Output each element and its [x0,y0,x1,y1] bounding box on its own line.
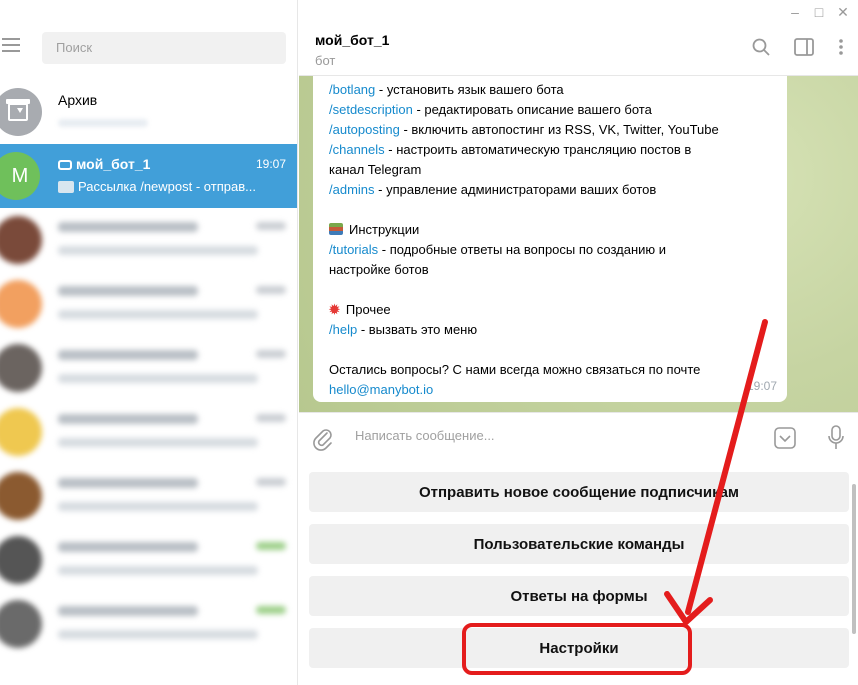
message-line: /admins - управление администраторами ва… [329,182,657,197]
blurred-name [58,542,198,552]
blurred-time [256,222,286,230]
command-link[interactable]: /setdescription [329,102,413,117]
command-link[interactable]: /admins [329,182,375,197]
search-icon[interactable] [752,38,770,56]
blurred-preview [58,502,258,511]
bot-icon [58,160,72,170]
blurred-time [256,414,286,422]
close-button[interactable]: ✕ [836,4,850,21]
chat-name: Архив [58,92,98,108]
message-line: /channels - настроить автоматическую тра… [329,142,692,157]
message-input[interactable] [355,428,755,443]
chat-item-archive[interactable]: Архив [0,80,297,144]
message-line: /botlang - установить язык вашего бота [329,82,564,97]
blurred-name [58,606,198,616]
section-heading: Инструкции [329,220,771,240]
avatar [0,472,42,520]
chat-name: мой_бот_1 [58,156,150,172]
blurred-preview [58,310,258,319]
chat-panel: мой_бот_1 бот /botlang - установить язык… [299,0,858,685]
window-controls: – □ ✕ [758,0,858,24]
command-link[interactable]: /channels [329,142,385,157]
chat-preview: Рассылка /newpost - отправ... [58,179,288,194]
chat-item-blurred[interactable] [0,272,297,336]
composer [299,412,858,464]
blurred-name [58,350,198,360]
avatar [0,600,42,648]
blurred-name [58,286,198,296]
message-bubble: /botlang - установить язык вашего бота /… [313,76,787,402]
blurred-preview [58,566,258,575]
maximize-button[interactable]: □ [812,4,826,20]
blurred-time [256,286,286,294]
message-line: настройке ботов [329,262,429,277]
search-box[interactable] [42,32,286,64]
scrollbar[interactable] [852,484,856,634]
settings-highlight-box [462,623,692,675]
message-line: Остались вопросы? С нами всегда можно св… [329,362,701,377]
more-vertical-icon[interactable] [838,38,844,56]
image-icon [58,181,74,193]
chat-title[interactable]: мой_бот_1 [315,32,389,48]
chat-header: мой_бот_1 бот [299,24,858,76]
blurred-preview [58,374,258,383]
blurred-preview [58,630,258,639]
command-link[interactable]: /tutorials [329,242,378,257]
blurred-preview [58,438,258,447]
chat-item-blurred[interactable] [0,592,297,656]
chat-item-blurred[interactable] [0,336,297,400]
custom-commands-button[interactable]: Пользовательские команды [309,524,849,564]
archive-avatar [0,88,42,136]
search-input[interactable] [42,32,286,63]
header-actions [752,38,844,56]
message-line: /autoposting - включить автопостинг из R… [329,122,719,137]
message-line: /help - вызвать это меню [329,322,478,337]
avatar [0,280,42,328]
send-new-message-button[interactable]: Отправить новое сообщение подписчикам [309,472,849,512]
bot-keyboard-icon[interactable] [774,427,796,449]
section-heading: ✹ Прочее [329,302,391,317]
email-link[interactable]: hello@manybot.io [329,380,771,400]
avatar [0,344,42,392]
attach-icon[interactable] [313,427,333,451]
blurred-time [256,350,286,358]
form-answers-button[interactable]: Ответы на формы [309,576,849,616]
anger-icon: ✹ [329,302,340,317]
message-area: /botlang - установить язык вашего бота /… [299,76,858,412]
command-link[interactable]: /help [329,322,357,337]
minimize-button[interactable]: – [788,4,802,20]
avatar: M [0,152,40,200]
blurred-name [58,414,198,424]
blurred-name [58,478,198,488]
avatar [0,216,42,264]
chat-item-blurred[interactable] [0,400,297,464]
chat-item-blurred[interactable] [0,208,297,272]
blurred-time [256,542,286,550]
message-time: 19:07 [746,379,777,393]
message-line: /tutorials - подробные ответы на вопросы… [329,242,667,257]
archive-icon [6,99,30,121]
sidebar-toggle-icon[interactable] [794,38,814,56]
chat-item-blurred[interactable] [0,464,297,528]
blurred-time [256,478,286,486]
blurred-preview [58,119,148,127]
blurred-name [58,222,198,232]
books-icon [329,223,343,235]
command-link[interactable]: /botlang [329,82,375,97]
message-line: канал Telegram [329,162,422,177]
hamburger-menu-icon[interactable] [2,38,20,52]
chat-time: 19:07 [255,157,286,171]
microphone-icon[interactable] [828,425,844,451]
message-line: /setdescription - редактировать описание… [329,102,652,117]
chat-list-panel: Архив M мой_бот_1 19:07 Рассылка /newpos… [0,0,298,685]
chat-item-blurred[interactable] [0,528,297,592]
command-link[interactable]: /autoposting [329,122,400,137]
chat-subtitle: бот [315,53,336,68]
blurred-preview [58,246,258,255]
avatar [0,536,42,584]
chat-item-selected[interactable]: M мой_бот_1 19:07 Рассылка /newpost - от… [0,144,297,208]
avatar [0,408,42,456]
sidebar-header [0,24,297,72]
blurred-time [256,606,286,614]
